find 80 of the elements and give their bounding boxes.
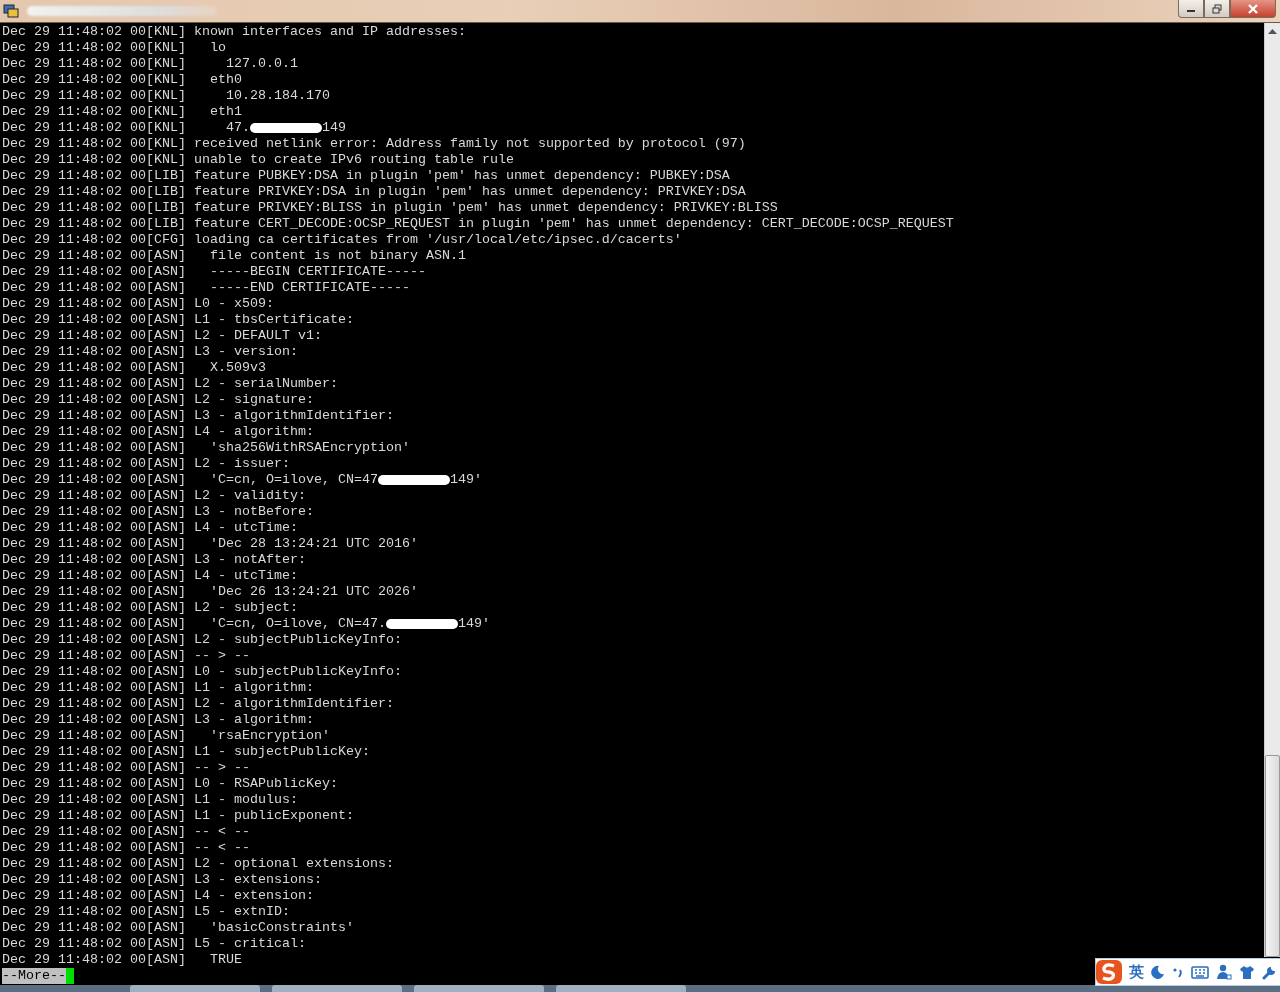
restore-button[interactable] <box>1204 0 1230 18</box>
arrow-up-icon <box>1268 29 1277 34</box>
scrollbar[interactable] <box>1264 23 1280 957</box>
log-line: Dec 29 11:48:02 00[ASN] L2 - signature: <box>2 392 314 408</box>
log-line: Dec 29 11:48:02 00[ASN] 'basicConstraints' <box>2 920 354 936</box>
log-line: Dec 29 11:48:02 00[ASN] L3 - algorithmIdentifier: <box>2 408 394 424</box>
log-line: 149' <box>449 472 482 488</box>
log-line: Dec 29 11:48:02 00[ASN] 'C=cn, O=ilove, CN=47. <box>2 616 386 632</box>
log-line: Dec 29 11:48:02 00[ASN] L3 - version: <box>2 344 298 360</box>
log-line: Dec 29 11:48:02 00[ASN] L2 - issuer: <box>2 456 290 472</box>
log-line: Dec 29 11:48:02 00[ASN] L3 - notBefore: <box>2 504 314 520</box>
shirt-icon[interactable] <box>1239 964 1255 980</box>
log-line: Dec 29 11:48:02 00[LIB] feature PUBKEY:DSA in plugin 'pem' has unmet dependency: PUBKEY:DSA <box>2 168 730 184</box>
log-line: Dec 29 11:48:02 00[LIB] feature CERT_DECODE:OCSP_REQUEST in plugin 'pem' has unmet dependency: CERT_DECODE:OCSP_REQUEST <box>2 216 954 232</box>
log-line: Dec 29 11:48:02 00[ASN] 'Dec 28 13:24:21 UTC 2016' <box>2 536 418 552</box>
log-line: Dec 29 11:48:02 00[ASN] L2 - validity: <box>2 488 306 504</box>
log-line: Dec 29 11:48:02 00[ASN] L1 - subjectPublicKey: <box>2 744 370 760</box>
log-line: Dec 29 11:48:02 00[KNL] received netlink error: Address family not supported by protocol (97) <box>2 136 746 152</box>
log-line: Dec 29 11:48:02 00[ASN] L1 - publicExponent: <box>2 808 354 824</box>
log-line: Dec 29 11:48:02 00[LIB] feature PRIVKEY:BLISS in plugin 'pem' has unmet dependency: PRIVKEY:BLISS <box>2 200 778 216</box>
log-line: Dec 29 11:48:02 00[ASN] -- < -- <box>2 824 250 840</box>
log-line: Dec 29 11:48:02 00[ASN] L1 - algorithm: <box>2 680 314 696</box>
log-line: Dec 29 11:48:02 00[ASN] file content is not binary ASN.1 <box>2 248 466 264</box>
log-line: Dec 29 11:48:02 00[ASN] L2 - optional extensions: <box>2 856 394 872</box>
scroll-thumb[interactable] <box>1265 755 1280 957</box>
log-line: Dec 29 11:48:02 00[KNL] 47. <box>2 120 250 136</box>
log-line: Dec 29 11:48:02 00[ASN] -----END CERTIFICATE----- <box>2 280 410 296</box>
log-line: Dec 29 11:48:02 00[ASN] L1 - tbsCertificate: <box>2 312 354 328</box>
log-line: Dec 29 11:48:02 00[KNL] lo <box>2 40 226 56</box>
restore-icon <box>1212 3 1222 14</box>
log-line: Dec 29 11:48:02 00[KNL] eth0 <box>2 72 242 88</box>
language-toggle[interactable]: 英 <box>1129 962 1144 982</box>
log-line: Dec 29 11:48:02 00[ASN] 'sha256WithRSAEncryption' <box>2 440 410 456</box>
log-line: Dec 29 11:48:02 00[KNL] 10.28.184.170 <box>2 88 330 104</box>
wrench-icon[interactable] <box>1262 964 1277 980</box>
log-line: Dec 29 11:48:02 00[ASN] L3 - extensions: <box>2 872 322 888</box>
close-button[interactable] <box>1230 0 1276 18</box>
log-line: Dec 29 11:48:02 00[CFG] loading ca certificates from '/usr/local/etc/ipsec.d/cacerts' <box>2 232 682 248</box>
log-line: Dec 29 11:48:02 00[ASN] -- > -- <box>2 648 250 664</box>
log-line: Dec 29 11:48:02 00[ASN] L0 - RSAPublicKey: <box>2 776 338 792</box>
log-line: 149 <box>321 120 346 136</box>
log-line: Dec 29 11:48:02 00[ASN] L4 - utcTime: <box>2 520 298 536</box>
text-cursor <box>66 968 74 984</box>
moon-icon[interactable] <box>1151 965 1165 979</box>
user-icon[interactable] <box>1216 964 1232 980</box>
log-line: Dec 29 11:48:02 00[ASN] -----BEGIN CERTIFICATE----- <box>2 264 426 280</box>
log-line: Dec 29 11:48:02 00[ASN] L5 - critical: <box>2 936 306 952</box>
log-line: Dec 29 11:48:02 00[ASN] L2 - subjectPublicKeyInfo: <box>2 632 402 648</box>
log-line: Dec 29 11:48:02 00[ASN] L2 - algorithmIdentifier: <box>2 696 394 712</box>
log-line: Dec 29 11:48:02 00[KNL] known interfaces and IP addresses: <box>2 24 466 40</box>
log-line: Dec 29 11:48:02 00[ASN] -- > -- <box>2 760 250 776</box>
log-line: Dec 29 11:48:02 00[ASN] L4 - algorithm: <box>2 424 314 440</box>
log-line: Dec 29 11:48:02 00[ASN] L5 - extnID: <box>2 904 290 920</box>
logo-icon[interactable] <box>1096 960 1122 984</box>
log-line: Dec 29 11:48:02 00[ASN] L4 - utcTime: <box>2 568 298 584</box>
pager-prompt: --More-- <box>2 968 66 984</box>
log-line: Dec 29 11:48:02 00[KNL] eth1 <box>2 104 242 120</box>
log-line: Dec 29 11:48:02 00[ASN] L2 - DEFAULT v1: <box>2 328 322 344</box>
log-line: Dec 29 11:48:02 00[ASN] L1 - modulus: <box>2 792 298 808</box>
log-line: Dec 29 11:48:02 00[ASN] TRUE <box>2 952 242 968</box>
log-line: Dec 29 11:48:02 00[ASN] L0 - subjectPublicKeyInfo: <box>2 664 402 680</box>
log-line: Dec 29 11:48:02 00[KNL] 127.0.0.1 <box>2 56 298 72</box>
log-line: Dec 29 11:48:02 00[KNL] unable to create IPv6 routing table rule <box>2 152 514 168</box>
terminal-icon <box>3 3 19 19</box>
log-line: Dec 29 11:48:02 00[ASN] X.509v3 <box>2 360 266 376</box>
log-line: 149' <box>457 616 490 632</box>
minimize-button[interactable] <box>1178 0 1204 18</box>
log-line: Dec 29 11:48:02 00[ASN] 'C=cn, O=ilove, CN=47 <box>2 472 378 488</box>
log-line: Dec 29 11:48:02 00[ASN] L3 - algorithm: <box>2 712 314 728</box>
log-line: Dec 29 11:48:02 00[ASN] L0 - x509: <box>2 296 274 312</box>
log-line: Dec 29 11:48:02 00[ASN] -- < -- <box>2 840 250 856</box>
close-icon <box>1247 3 1259 14</box>
log-line: Dec 29 11:48:02 00[ASN] L3 - notAfter: <box>2 552 306 568</box>
log-line: Dec 29 11:48:02 00[ASN] L4 - extension: <box>2 888 314 904</box>
log-line: Dec 29 11:48:02 00[ASN] 'rsaEncryption' <box>2 728 330 744</box>
keyboard-icon[interactable] <box>1191 965 1209 979</box>
log-line: Dec 29 11:48:02 00[LIB] feature PRIVKEY:DSA in plugin 'pem' has unmet dependency: PRIVKEY:DSA <box>2 184 746 200</box>
log-line: Dec 29 11:48:02 00[ASN] L2 - serialNumber: <box>2 376 338 392</box>
log-line: Dec 29 11:48:02 00[ASN] 'Dec 26 13:24:21 UTC 2026' <box>2 584 418 600</box>
log-line: Dec 29 11:48:02 00[ASN] L2 - subject: <box>2 600 298 616</box>
